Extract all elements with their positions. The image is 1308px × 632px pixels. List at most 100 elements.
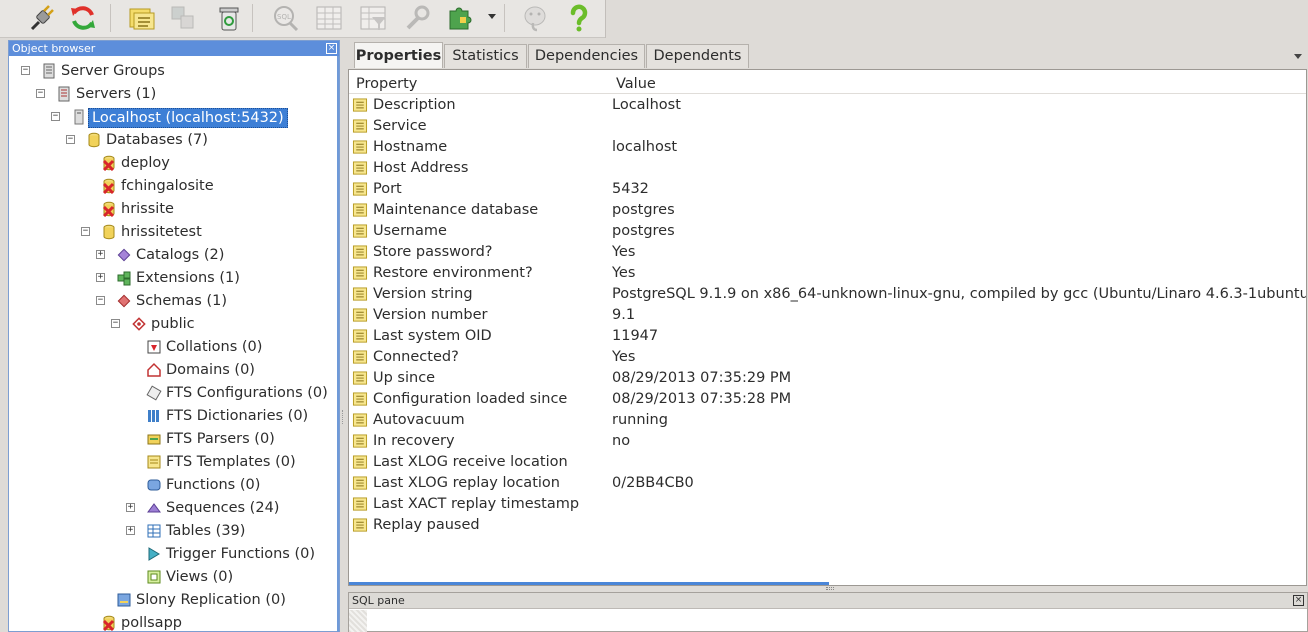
tree-node-label: FTS Parsers (0) bbox=[166, 431, 275, 447]
tree-node[interactable]: hrissite bbox=[9, 198, 337, 220]
property-row[interactable]: Connected? Yes bbox=[349, 347, 1306, 368]
help-button[interactable] bbox=[562, 2, 596, 34]
tree-node-label: deploy bbox=[121, 155, 170, 171]
plugins-button[interactable] bbox=[444, 2, 478, 34]
tree-expander[interactable]: + bbox=[126, 526, 135, 535]
property-row[interactable]: Replay paused bbox=[349, 515, 1306, 536]
tree-node[interactable]: − public bbox=[9, 313, 337, 335]
tree-node-label: hrissitetest bbox=[121, 224, 202, 240]
tree-node[interactable]: − Localhost (localhost:5432) bbox=[9, 106, 337, 128]
tree-expander[interactable]: + bbox=[126, 503, 135, 512]
tree-expander[interactable]: + bbox=[96, 273, 105, 282]
property-row[interactable]: Restore environment? Yes bbox=[349, 263, 1306, 284]
property-row[interactable]: Description Localhost bbox=[349, 95, 1306, 116]
property-row[interactable]: Autovacuum running bbox=[349, 410, 1306, 431]
tree-node[interactable]: Trigger Functions (0) bbox=[9, 543, 337, 565]
column-header-value[interactable]: Value bbox=[616, 70, 656, 94]
property-name: Version string bbox=[373, 286, 473, 302]
trash-icon bbox=[219, 7, 239, 31]
property-row[interactable]: Hostname localhost bbox=[349, 137, 1306, 158]
svg-text:SQL: SQL bbox=[277, 13, 291, 21]
tree-node[interactable]: + Sequences (24) bbox=[9, 497, 337, 519]
tree-node[interactable]: − Servers (1) bbox=[9, 83, 337, 105]
tree-node[interactable]: + Extensions (1) bbox=[9, 267, 337, 289]
tree-expander[interactable]: − bbox=[111, 319, 120, 328]
tab-properties[interactable]: Properties bbox=[354, 42, 443, 68]
tree-node[interactable]: deploy bbox=[9, 152, 337, 174]
property-row[interactable]: Last system OID 11947 bbox=[349, 326, 1306, 347]
property-row[interactable]: Maintenance database postgres bbox=[349, 200, 1306, 221]
tree-node[interactable]: − Databases (7) bbox=[9, 129, 337, 151]
properties-button[interactable] bbox=[124, 2, 158, 34]
property-row[interactable]: Up since 08/29/2013 07:35:29 PM bbox=[349, 368, 1306, 389]
tree-node[interactable]: fchingalosite bbox=[9, 175, 337, 197]
object-browser-close-button[interactable]: × bbox=[326, 43, 337, 54]
drop-object-button[interactable] bbox=[212, 2, 246, 34]
tree-expander[interactable]: + bbox=[96, 250, 105, 259]
tree-node-label: fchingalosite bbox=[121, 178, 214, 194]
property-icon bbox=[352, 287, 368, 301]
property-row[interactable]: Last XACT replay timestamp bbox=[349, 494, 1306, 515]
tree-node-label: hrissite bbox=[121, 201, 174, 217]
property-row[interactable]: Store password? Yes bbox=[349, 242, 1306, 263]
tree-expander[interactable]: − bbox=[96, 296, 105, 305]
connect-button[interactable] bbox=[24, 2, 58, 34]
toolbar-empty-area bbox=[605, 0, 1308, 38]
property-row[interactable]: Host Address bbox=[349, 158, 1306, 179]
create-object-button[interactable] bbox=[166, 2, 200, 34]
tree-node[interactable]: − Schemas (1) bbox=[9, 290, 337, 312]
tab-dependencies[interactable]: Dependencies bbox=[528, 44, 645, 68]
tab-statistics[interactable]: Statistics bbox=[444, 44, 527, 68]
tree-node[interactable]: Functions (0) bbox=[9, 474, 337, 496]
fts-parsers-icon bbox=[147, 434, 161, 445]
tree-node[interactable]: Slony Replication (0) bbox=[9, 589, 337, 611]
tree-node[interactable]: pollsapp bbox=[9, 612, 337, 632]
tree-node[interactable]: FTS Configurations (0) bbox=[9, 382, 337, 404]
tree-expander[interactable]: − bbox=[81, 227, 90, 236]
database-disconnected-icon bbox=[102, 615, 115, 631]
column-header-property[interactable]: Property bbox=[356, 70, 417, 94]
property-row[interactable]: Username postgres bbox=[349, 221, 1306, 242]
tree-node[interactable]: FTS Parsers (0) bbox=[9, 428, 337, 450]
view-filtered-button[interactable] bbox=[356, 2, 390, 34]
property-row[interactable]: Last XLOG receive location bbox=[349, 452, 1306, 473]
property-row[interactable]: Version number 9.1 bbox=[349, 305, 1306, 326]
tabs-menu-arrow[interactable] bbox=[1294, 54, 1302, 59]
plugins-dropdown-arrow[interactable] bbox=[488, 14, 496, 19]
tree-expander[interactable]: − bbox=[36, 89, 45, 98]
tree-expander[interactable]: − bbox=[21, 66, 30, 75]
property-row[interactable]: Configuration loaded since 08/29/2013 07:… bbox=[349, 389, 1306, 410]
tree-node[interactable]: Collations (0) bbox=[9, 336, 337, 358]
property-row[interactable]: Version string PostgreSQL 9.1.9 on x86_64… bbox=[349, 284, 1306, 305]
sql-query-button[interactable]: SQL bbox=[268, 2, 302, 34]
tree-node-label: FTS Dictionaries (0) bbox=[166, 408, 309, 424]
tree-node[interactable]: Domains (0) bbox=[9, 359, 337, 381]
vertical-splitter[interactable] bbox=[340, 40, 348, 632]
tab-dependents[interactable]: Dependents bbox=[646, 44, 749, 68]
sql-pane-close-button[interactable]: × bbox=[1293, 595, 1304, 606]
database-disconnected-icon bbox=[102, 155, 115, 171]
tree-node[interactable]: + Catalogs (2) bbox=[9, 244, 337, 266]
properties-header: Property Value bbox=[349, 70, 1306, 94]
hint-button[interactable] bbox=[518, 2, 552, 34]
tree-node[interactable]: Views (0) bbox=[9, 566, 337, 588]
server-group-icon bbox=[43, 63, 55, 79]
tree-expander[interactable]: − bbox=[66, 135, 75, 144]
property-row[interactable]: Last XLOG replay location 0/2BB4CB0 bbox=[349, 473, 1306, 494]
property-value: Yes bbox=[612, 349, 636, 365]
horizontal-scrollbar[interactable] bbox=[349, 582, 829, 585]
tree-node[interactable]: + Tables (39) bbox=[9, 520, 337, 542]
tree-node[interactable]: − hrissitetest bbox=[9, 221, 337, 243]
tree-node-label: FTS Configurations (0) bbox=[166, 385, 328, 401]
tree-expander[interactable]: − bbox=[51, 112, 60, 121]
view-data-button[interactable] bbox=[312, 2, 346, 34]
tree-node-label: public bbox=[151, 316, 195, 332]
property-row[interactable]: Service bbox=[349, 116, 1306, 137]
tree-node[interactable]: FTS Dictionaries (0) bbox=[9, 405, 337, 427]
tree-node[interactable]: − Server Groups bbox=[9, 60, 337, 82]
tree-node[interactable]: FTS Templates (0) bbox=[9, 451, 337, 473]
maintenance-button[interactable] bbox=[400, 2, 434, 34]
property-row[interactable]: Port 5432 bbox=[349, 179, 1306, 200]
property-row[interactable]: In recovery no bbox=[349, 431, 1306, 452]
refresh-button[interactable] bbox=[66, 2, 100, 34]
